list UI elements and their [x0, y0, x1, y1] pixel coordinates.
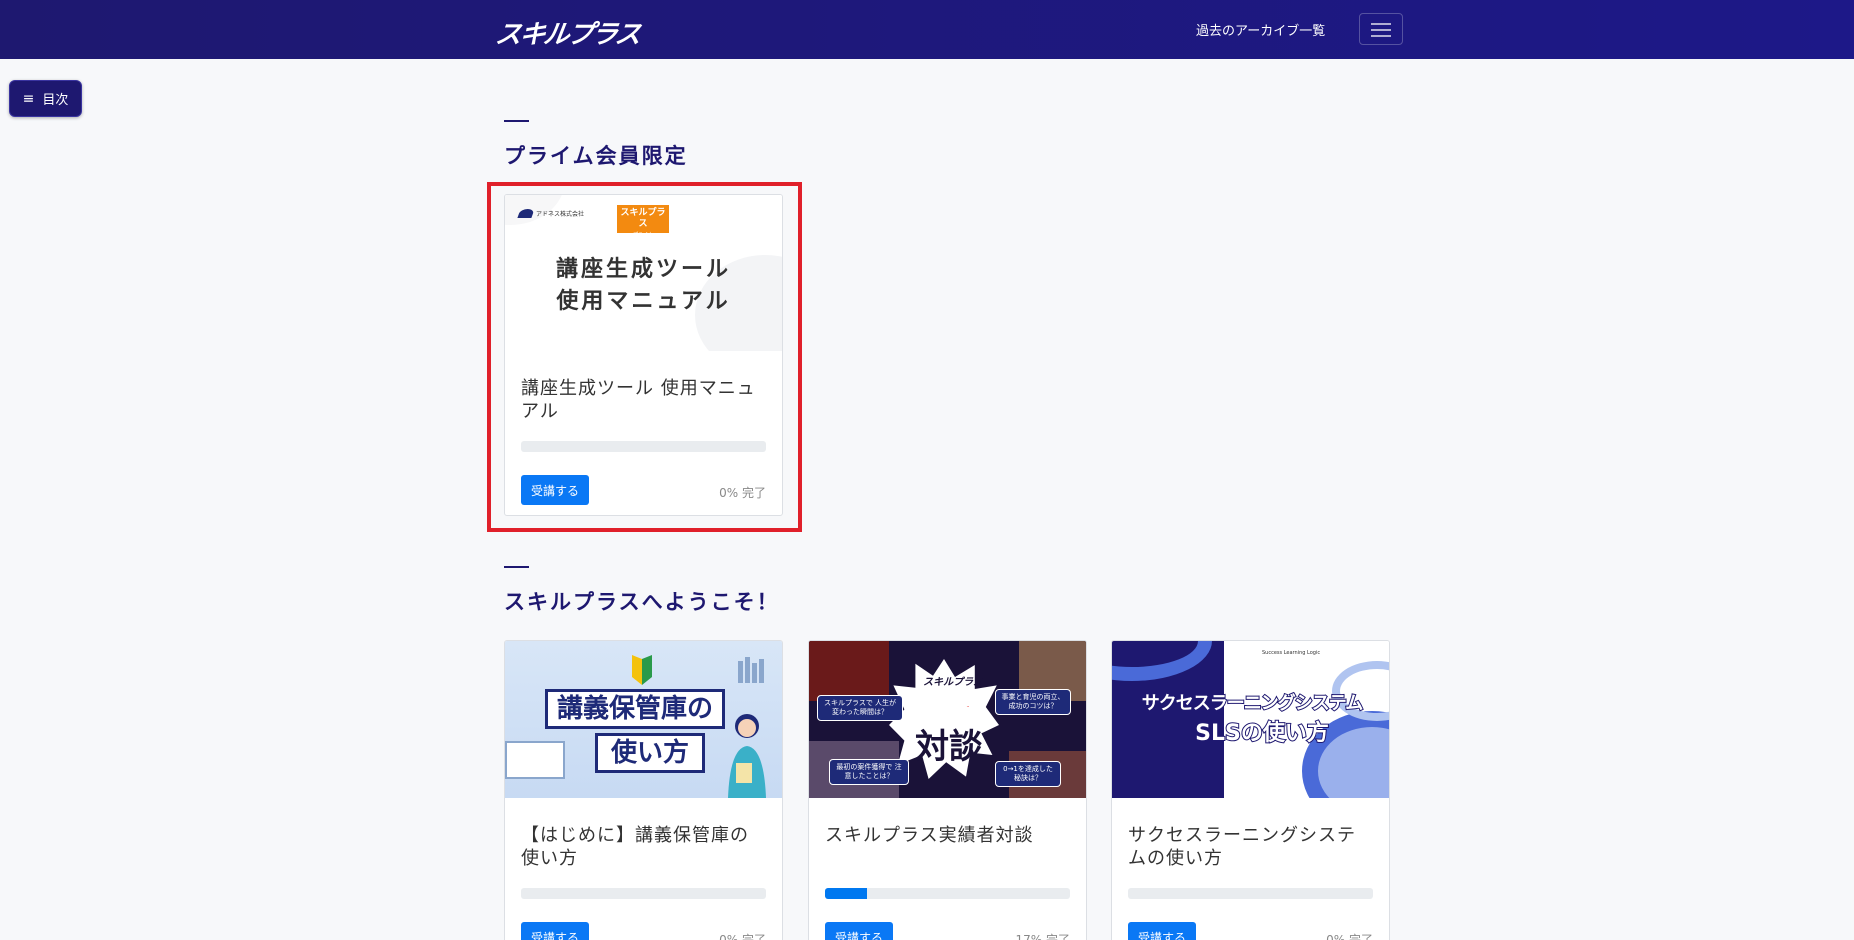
- thumb-title-line1: 講義保管庫の: [545, 689, 725, 729]
- question-bubble: 事業と育児の両立、 成功のコツは？: [995, 689, 1071, 715]
- progress-bar: [521, 888, 766, 899]
- person-illustration-icon: [728, 714, 766, 798]
- thumb-title-line2: 使い方: [595, 733, 705, 773]
- question-bubble: 0→1を達成した 秘訣は？: [995, 761, 1061, 787]
- question-bubble: スキルプラスで 人生が変わった瞬間は？: [817, 695, 903, 721]
- photo-stage: [809, 641, 889, 701]
- section-title-welcome: スキルプラスへようこそ！: [504, 590, 780, 614]
- navbar-toggler-button[interactable]: [1359, 13, 1403, 45]
- course-card-sls[interactable]: Success Learning Logic サクセスラーニングシステム SLS…: [1111, 640, 1390, 940]
- menu-icon: ≡: [22, 90, 35, 107]
- course-thumbnail[interactable]: 講義保管庫の 使い方: [505, 641, 782, 798]
- progress-text: 17% 完了: [1015, 933, 1071, 940]
- section-title-prime: プライム会員限定: [504, 144, 688, 168]
- course-card-interview[interactable]: スキルプラス 実績者 対談 スキルプラスで 人生が変わった瞬間は？ 事業と育児の…: [808, 640, 1087, 940]
- progress-bar: [1128, 888, 1373, 899]
- books-icon: [738, 657, 764, 683]
- section-divider: [504, 566, 529, 568]
- course-title[interactable]: サクセスラーニングシステムの使い方: [1128, 798, 1373, 870]
- beginner-mark-icon: [632, 655, 652, 685]
- laptop-icon: [505, 741, 565, 779]
- highlight-frame: [487, 182, 802, 532]
- course-thumbnail[interactable]: スキルプラス 実績者 対談 スキルプラスで 人生が変わった瞬間は？ 事業と育児の…: [809, 641, 1086, 798]
- progress-text: 0% 完了: [1326, 933, 1373, 940]
- hamburger-icon-bar: [1371, 35, 1391, 37]
- toc-button[interactable]: ≡ 目次: [9, 80, 82, 117]
- course-title[interactable]: スキルプラス実績者対談: [825, 798, 1070, 847]
- thumb-title-line2: 対談: [915, 727, 983, 767]
- enroll-button[interactable]: 受講する: [825, 922, 894, 940]
- hamburger-icon-bar: [1371, 29, 1391, 31]
- thumb-brand: スキルプラス: [923, 677, 983, 688]
- course-title[interactable]: 【はじめに】講義保管庫の使い方: [521, 798, 766, 870]
- hamburger-icon: [1371, 23, 1391, 25]
- progress-fill: [825, 888, 867, 899]
- brand-logo[interactable]: スキルプラス: [493, 14, 642, 51]
- top-navbar: スキルプラス 過去のアーカイブ一覧: [0, 0, 1854, 59]
- thumb-tagline: Success Learning Logic: [1262, 650, 1321, 656]
- archive-list-link[interactable]: 過去のアーカイブ一覧: [1196, 20, 1325, 39]
- course-card-archive-guide[interactable]: 講義保管庫の 使い方 【はじめに】講義保管庫の使い方 受講する 0% 完了: [504, 640, 783, 940]
- section-divider: [504, 120, 529, 122]
- question-bubble: 最初の案件獲得で 注意したことは？: [829, 759, 909, 785]
- thumb-title-line1: サクセスラーニングシステム: [1141, 692, 1364, 715]
- progress-text: 0% 完了: [719, 933, 766, 940]
- course-thumbnail[interactable]: Success Learning Logic サクセスラーニングシステム SLS…: [1112, 641, 1389, 798]
- thumb-title-line1: 実績者: [915, 695, 982, 721]
- toc-label: 目次: [42, 93, 69, 108]
- enroll-button[interactable]: 受講する: [1128, 922, 1197, 940]
- enroll-button[interactable]: 受講する: [521, 922, 590, 940]
- thumb-title-line2: SLSの使い方: [1194, 720, 1330, 747]
- progress-bar: [825, 888, 1070, 899]
